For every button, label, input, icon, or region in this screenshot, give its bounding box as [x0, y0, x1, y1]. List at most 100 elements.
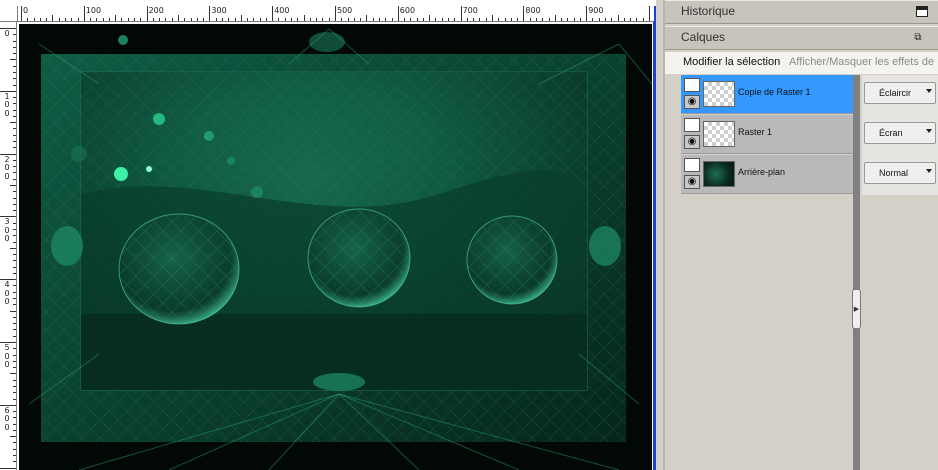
blend-mode-value: Écran	[879, 128, 903, 138]
ruler-tick	[523, 6, 525, 21]
ruler-label: 700	[462, 6, 478, 15]
blend-mode-select[interactable]: Écran	[864, 122, 936, 144]
ruler-tick	[13, 304, 16, 306]
ruler-tick	[13, 210, 16, 212]
ruler-label: 800	[525, 6, 541, 15]
vertical-ruler[interactable]: 0 100 200 300 400 500 600	[0, 22, 17, 470]
layers-list: ◉ Copie de Raster 1 ◉ Raster 1 ◉ Arrière…	[681, 75, 853, 470]
expand-handle-icon[interactable]: ▶	[852, 289, 861, 329]
ruler-tick	[209, 6, 211, 21]
restore-window-icon[interactable]	[916, 6, 928, 17]
ruler-tick	[71, 18, 73, 21]
mask-icon[interactable]	[684, 78, 700, 92]
layers-scrollbar[interactable]	[853, 75, 860, 470]
ruler-tick	[13, 298, 16, 300]
ruler-label: 400	[274, 6, 290, 15]
ruler-tick	[422, 18, 424, 21]
blend-mode-value: Éclaircir	[879, 88, 912, 98]
historique-title: Historique	[681, 4, 736, 18]
ruler-tick	[473, 18, 475, 21]
ruler-tick	[335, 6, 336, 21]
ruler-label: 900	[588, 6, 604, 15]
layer-thumbnail[interactable]	[703, 81, 735, 107]
ruler-tick	[77, 18, 79, 21]
layer-thumbnail[interactable]	[703, 121, 735, 147]
eye-icon[interactable]: ◉	[684, 95, 700, 109]
ruler-tick	[13, 461, 16, 463]
layer-thumbnail[interactable]	[703, 161, 735, 187]
ruler-tick	[13, 423, 16, 425]
blend-mode-select[interactable]: Éclaircir	[864, 82, 936, 104]
layer-row[interactable]: ◉ Copie de Raster 1	[681, 75, 853, 114]
ruler-tick	[13, 429, 16, 431]
ruler-tick	[416, 18, 418, 21]
ruler-tick	[13, 71, 16, 73]
blend-mode-value: Normal	[879, 168, 909, 178]
ruler-tick	[121, 18, 123, 21]
ruler-tick	[378, 18, 380, 21]
ruler-tick	[517, 18, 519, 21]
layer-row[interactable]: ◉ Arrière-plan	[681, 155, 853, 194]
ruler-tick	[278, 18, 280, 21]
ruler-label: 200	[148, 6, 164, 15]
ruler-tick	[611, 18, 613, 21]
layer-name[interactable]: Raster 1	[738, 127, 772, 137]
ruler-tick	[410, 18, 412, 21]
ruler-tick	[460, 6, 462, 21]
ruler-tick	[309, 18, 311, 21]
toggle-effects-menu[interactable]: Afficher/Masquer les effets de	[789, 56, 934, 68]
ruler-tick	[10, 247, 16, 249]
ruler-tick	[561, 18, 563, 21]
layer-name[interactable]: Copie de Raster 1	[738, 87, 811, 97]
layer-name[interactable]: Arrière-plan	[738, 167, 785, 177]
ruler-tick	[159, 18, 161, 21]
ruler-tick	[13, 40, 16, 42]
ruler-tick	[265, 18, 267, 21]
float-window-icon[interactable]: ⧉	[912, 32, 924, 44]
ruler-tick	[448, 18, 450, 21]
ruler-tick	[13, 354, 16, 356]
ruler-tick	[165, 18, 167, 21]
blend-mode-column: Éclaircir Écran Normal	[862, 75, 938, 195]
horizontal-ruler[interactable]: 0 100 200 300 400 500 600 700 800 900	[18, 6, 654, 22]
ruler-tick	[322, 18, 324, 21]
ruler-tick	[592, 18, 594, 21]
ruler-corner	[0, 6, 18, 22]
ruler-tick	[13, 222, 16, 224]
ruler-tick	[21, 6, 22, 21]
eye-icon[interactable]: ◉	[684, 175, 700, 189]
calques-header[interactable]: Calques ⧉	[665, 26, 938, 50]
ruler-tick	[46, 18, 48, 21]
image-canvas[interactable]	[19, 24, 652, 470]
ruler-tick	[64, 18, 66, 21]
ruler-tick	[102, 18, 104, 21]
ruler-tick	[13, 197, 16, 199]
mask-icon[interactable]	[684, 118, 700, 132]
historique-header[interactable]: Historique	[665, 0, 938, 24]
ruler-tick	[13, 134, 16, 136]
eye-icon[interactable]: ◉	[684, 135, 700, 149]
artwork	[19, 24, 652, 470]
ruler-tick	[623, 18, 625, 21]
layer-row[interactable]: ◉ Raster 1	[681, 115, 853, 154]
ruler-tick	[13, 235, 16, 237]
ruler-tick	[247, 18, 249, 21]
ruler-tick	[429, 15, 431, 21]
dropdown-arrow-icon	[926, 89, 932, 93]
ruler-tick	[372, 18, 374, 21]
ruler-tick	[441, 18, 443, 21]
ruler-tick	[13, 329, 16, 331]
ruler-tick	[13, 385, 16, 387]
ruler-tick	[0, 467, 16, 469]
modify-selection-menu[interactable]: Modifier la sélection	[683, 56, 780, 68]
ruler-tick	[13, 323, 16, 325]
blend-mode-select[interactable]: Normal	[864, 162, 936, 184]
ruler-tick	[196, 18, 198, 21]
layers-menu-bar: Modifier la sélection Afficher/Masquer l…	[665, 52, 938, 74]
ruler-tick	[115, 15, 117, 21]
ruler-tick	[13, 103, 16, 105]
ruler-label: 0	[23, 6, 29, 15]
ruler-label: 400	[4, 280, 10, 307]
ruler-tick	[366, 15, 368, 21]
mask-icon[interactable]	[684, 158, 700, 172]
